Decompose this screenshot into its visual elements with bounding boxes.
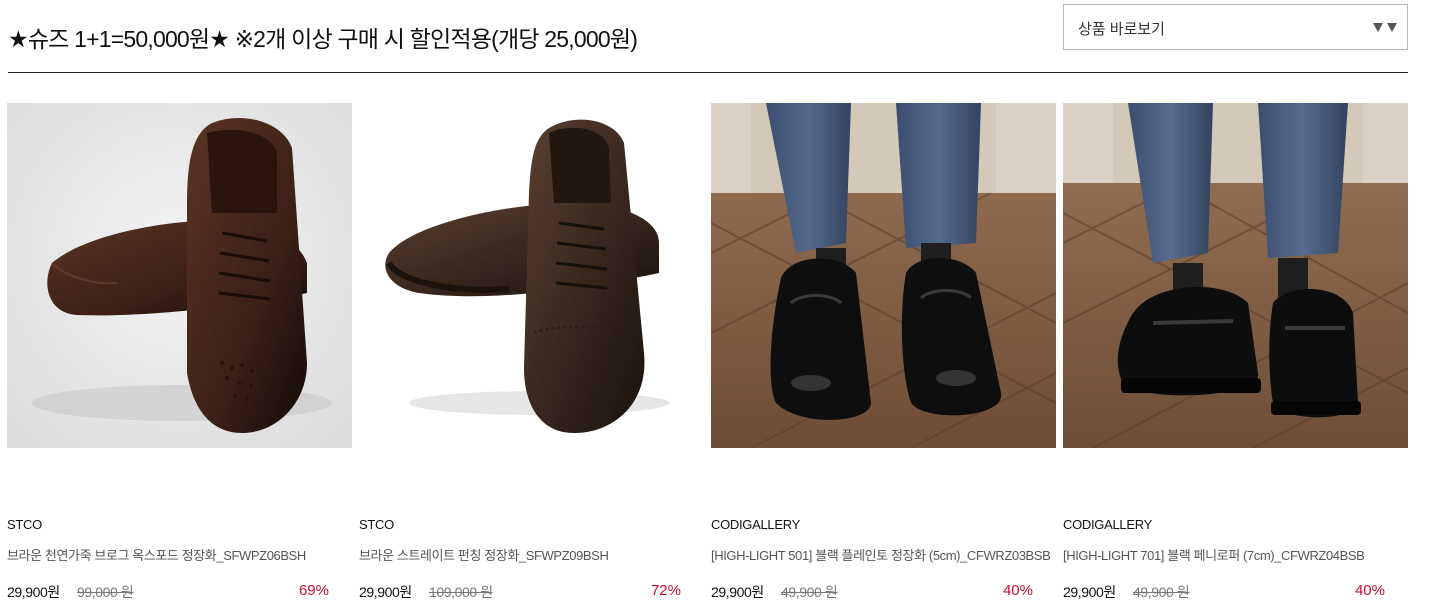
product-brand: STCO bbox=[7, 517, 42, 532]
select-label: 상품 바로보기 bbox=[1078, 21, 1165, 38]
page-header: ★슈즈 1+1=50,000원★ ※2개 이상 구매 시 할인적용(개당 25,… bbox=[8, 0, 1408, 73]
product-image[interactable] bbox=[359, 103, 704, 448]
product-grid: STCO 브라운 천연가죽 브로그 옥스포드 정장화_SFWPZ06BSH 29… bbox=[7, 103, 1408, 615]
product-image[interactable] bbox=[1063, 103, 1408, 448]
original-price: 109,000 원 bbox=[429, 584, 493, 600]
product-name[interactable]: [HIGH-LIGHT 501] 블랙 플레인토 정장화 (5cm)_CFWRZ… bbox=[711, 545, 1051, 564]
product-image[interactable] bbox=[7, 103, 352, 448]
product-name[interactable]: [HIGH-LIGHT 701] 블랙 페니로퍼 (7cm)_CFWRZ04BS… bbox=[1063, 545, 1365, 564]
product-brand: STCO bbox=[359, 517, 394, 532]
product-name[interactable]: 브라운 천연가죽 브로그 옥스포드 정장화_SFWPZ06BSH bbox=[7, 545, 306, 564]
original-price: 49,900 원 bbox=[1133, 584, 1190, 600]
product-brand: CODIGALLERY bbox=[1063, 517, 1152, 532]
sale-price: 29,900원 bbox=[359, 584, 412, 600]
original-price: 99,000 원 bbox=[77, 584, 134, 600]
product-quick-view-select[interactable]: 상품 바로보기 bbox=[1063, 4, 1408, 50]
promo-title: ★슈즈 1+1=50,000원★ ※2개 이상 구매 시 할인적용(개당 25,… bbox=[8, 26, 638, 52]
product-card[interactable]: CODIGALLERY [HIGH-LIGHT 701] 블랙 페니로퍼 (7c… bbox=[1063, 103, 1408, 615]
product-image[interactable] bbox=[711, 103, 1056, 448]
product-card[interactable]: CODIGALLERY [HIGH-LIGHT 501] 블랙 플레인토 정장화… bbox=[711, 103, 1056, 615]
product-brand: CODIGALLERY bbox=[711, 517, 800, 532]
product-card[interactable]: STCO 브라운 천연가죽 브로그 옥스포드 정장화_SFWPZ06BSH 29… bbox=[7, 103, 352, 615]
original-price: 49,900 원 bbox=[781, 584, 838, 600]
discount-rate: 72% bbox=[650, 582, 681, 599]
discount-rate: 40% bbox=[1354, 582, 1385, 599]
sale-price: 29,900원 bbox=[1063, 584, 1116, 600]
price-row: 29,900원 109,000 원 72% bbox=[359, 582, 681, 602]
sale-price: 29,900원 bbox=[711, 584, 764, 600]
price-row: 29,900원 49,900 원 40% bbox=[1063, 582, 1385, 602]
price-row: 29,900원 49,900 원 40% bbox=[711, 582, 1033, 602]
product-card[interactable]: STCO 브라운 스트레이트 펀칭 정장화_SFWPZ09BSH 29,900원… bbox=[359, 103, 704, 615]
triangle-down-icon bbox=[1373, 23, 1397, 32]
discount-rate: 69% bbox=[298, 582, 329, 599]
discount-rate: 40% bbox=[1002, 582, 1033, 599]
product-name[interactable]: 브라운 스트레이트 펀칭 정장화_SFWPZ09BSH bbox=[359, 545, 609, 564]
price-row: 29,900원 99,000 원 69% bbox=[7, 582, 329, 602]
sale-price: 29,900원 bbox=[7, 584, 60, 600]
